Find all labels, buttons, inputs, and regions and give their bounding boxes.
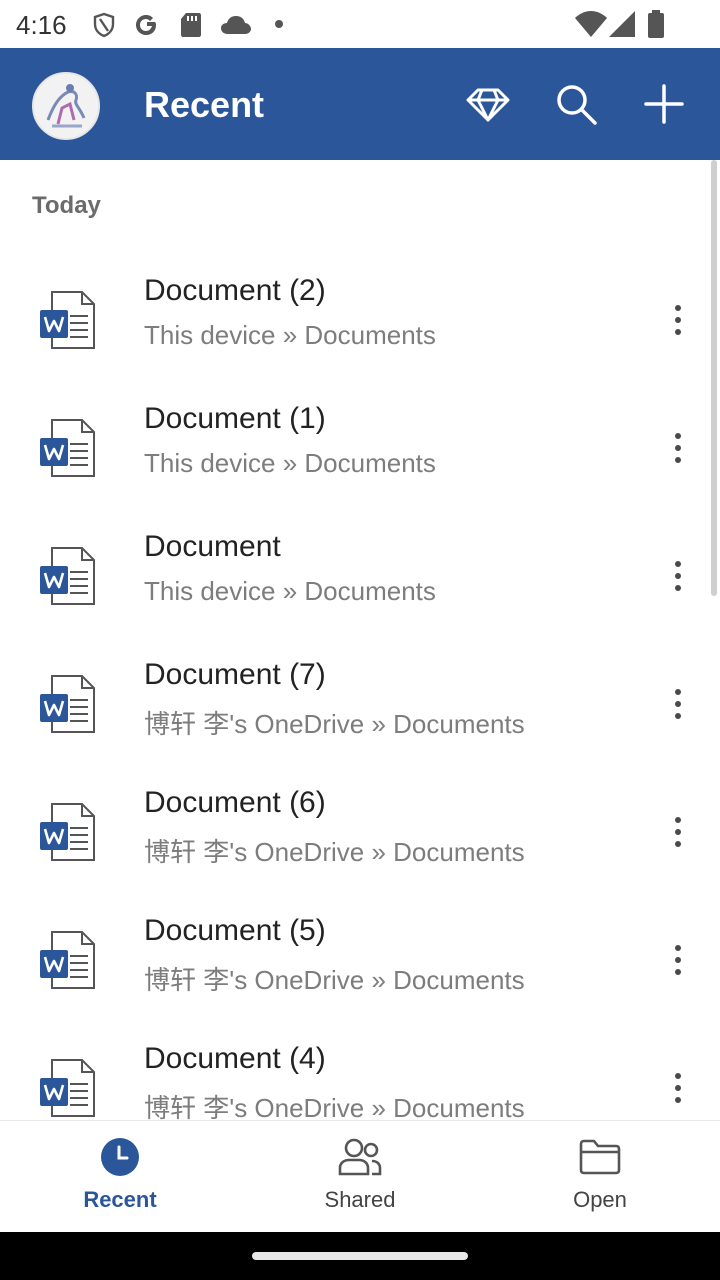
clock-icon [101, 1138, 139, 1176]
scrollbar[interactable] [711, 160, 717, 596]
more-vert-icon [675, 689, 681, 719]
more-vert-icon [675, 305, 681, 335]
app-bar: Recent [0, 48, 720, 160]
word-document-icon [40, 931, 95, 989]
more-options-button[interactable] [660, 424, 696, 472]
more-options-button[interactable] [660, 1064, 696, 1112]
document-location: 博轩 李's OneDrive » Documents [144, 1093, 525, 1120]
more-vert-icon [675, 1073, 681, 1103]
folder-icon [579, 1139, 621, 1175]
document-name: Document (1) [144, 402, 326, 435]
document-row[interactable]: Document (5) 博轩 李's OneDrive » Documents [0, 896, 720, 1024]
bottom-navigation: Recent Shared Open [0, 1120, 720, 1233]
document-location: 博轩 李's OneDrive » Documents [144, 965, 525, 995]
signal-icon [609, 11, 635, 37]
more-vert-icon [675, 817, 681, 847]
document-name: Document [144, 530, 281, 563]
document-row[interactable]: Document (7) 博轩 李's OneDrive » Documents [0, 640, 720, 768]
document-name: Document (4) [144, 1042, 326, 1075]
more-options-button[interactable] [660, 552, 696, 600]
more-options-button[interactable] [660, 680, 696, 728]
document-location: This device » Documents [144, 448, 436, 478]
avatar[interactable] [32, 72, 100, 140]
status-bar: 4:16 [0, 0, 720, 48]
shield-icon [93, 12, 115, 38]
more-vert-icon [675, 945, 681, 975]
home-gesture-bar[interactable] [252, 1252, 468, 1260]
premium-diamond-icon[interactable] [464, 80, 512, 128]
plus-icon[interactable] [640, 80, 688, 128]
nav-open-label: Open [573, 1187, 627, 1212]
word-document-icon [40, 547, 95, 605]
more-options-button[interactable] [660, 936, 696, 984]
document-row[interactable]: Document (6) 博轩 李's OneDrive » Documents [0, 768, 720, 896]
status-time: 4:16 [16, 10, 67, 40]
document-row[interactable]: Document This device » Documents [0, 512, 720, 640]
document-name: Document (7) [144, 658, 326, 691]
document-location: This device » Documents [144, 320, 436, 350]
document-row[interactable]: Document (4) 博轩 李's OneDrive » Documents [0, 1024, 720, 1120]
google-icon [136, 15, 156, 35]
document-row[interactable]: Document (2) This device » Documents [0, 256, 720, 384]
section-header-today: Today [32, 192, 101, 219]
nav-shared[interactable]: Shared [240, 1121, 480, 1233]
more-options-button[interactable] [660, 808, 696, 856]
people-icon [338, 1138, 382, 1176]
cloud-icon [221, 16, 251, 34]
document-name: Document (6) [144, 786, 326, 819]
system-navigation-bar [0, 1232, 720, 1280]
nav-shared-label: Shared [324, 1187, 396, 1212]
document-row[interactable]: Document (1) This device » Documents [0, 384, 720, 512]
battery-icon [648, 10, 664, 38]
wifi-icon [575, 11, 607, 37]
word-document-icon [40, 419, 95, 477]
avatar-image [34, 74, 98, 138]
more-vert-icon [675, 561, 681, 591]
nav-recent[interactable]: Recent [0, 1121, 240, 1233]
document-location: 博轩 李's OneDrive » Documents [144, 837, 525, 867]
nav-open[interactable]: Open [480, 1121, 720, 1233]
document-location: 博轩 李's OneDrive » Documents [144, 709, 525, 739]
page-title: Recent [144, 84, 265, 125]
document-name: Document (2) [144, 274, 326, 307]
document-name: Document (5) [144, 914, 326, 947]
more-options-button[interactable] [660, 296, 696, 344]
word-document-icon [40, 675, 95, 733]
word-document-icon [40, 803, 95, 861]
recent-documents-list: Today Document (2) This device » Documen… [0, 160, 720, 1120]
sd-card-icon [181, 13, 201, 37]
notification-dot-icon [275, 20, 283, 28]
word-document-icon [40, 291, 95, 349]
word-document-icon [40, 1059, 95, 1117]
search-icon[interactable] [552, 80, 600, 128]
document-location: This device » Documents [144, 576, 436, 606]
nav-recent-label: Recent [83, 1187, 157, 1212]
more-vert-icon [675, 433, 681, 463]
